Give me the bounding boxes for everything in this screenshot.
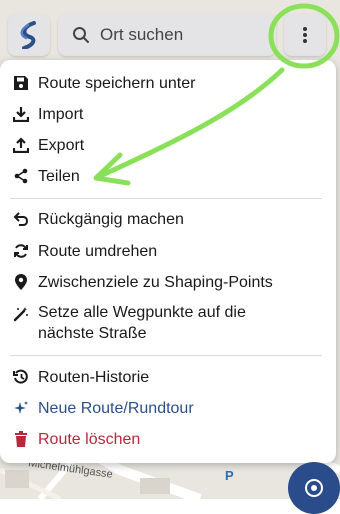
menu-item-import[interactable]: Import (0, 103, 336, 125)
parking-icon[interactable]: P (225, 468, 234, 483)
share-icon (12, 167, 30, 185)
menu-item-shaping-points[interactable]: Zwischenziele zu Shaping-Points (0, 271, 336, 293)
menu-item-label: Export (38, 136, 85, 154)
reverse-icon (12, 242, 30, 260)
menu-item-route-history[interactable]: Routen-Historie (0, 366, 336, 388)
menu-item-label: Route speichern unter (38, 74, 196, 92)
menu-item-snap-waypoints[interactable]: Setze alle Wegpunkte auf die nächste Str… (0, 302, 336, 346)
app-logo-icon (20, 21, 36, 49)
location-fab-button[interactable] (288, 462, 340, 514)
trash-icon (12, 430, 30, 448)
more-options-button[interactable] (284, 14, 326, 56)
search-icon (72, 26, 90, 44)
menu-item-label: Route löschen (38, 430, 141, 448)
menu-item-export[interactable]: Export (0, 134, 336, 156)
sparkle-icon (12, 399, 30, 417)
menu-item-new-route[interactable]: Neue Route/Rundtour (0, 397, 336, 419)
menu-item-label: Setze alle Wegpunkte auf die (38, 304, 246, 321)
menu-item-label-line2: nächste Straße (38, 325, 147, 342)
menu-item-save-route[interactable]: Route speichern unter (0, 72, 336, 94)
menu-item-share[interactable]: Teilen (0, 165, 336, 187)
menu-divider (10, 198, 322, 199)
menu-item-label: Rückgängig machen (38, 210, 184, 228)
menu-item-label: Zwischenziele zu Shaping-Points (38, 273, 273, 291)
menu-item-delete-route[interactable]: Route löschen (0, 428, 336, 450)
menu-item-label: Routen-Historie (38, 368, 150, 386)
menu-item-label: Teilen (38, 167, 80, 185)
undo-icon (12, 210, 30, 228)
history-icon (12, 368, 30, 386)
more-vert-icon (303, 27, 307, 43)
navigation-icon (305, 479, 323, 497)
menu-item-label: Import (38, 105, 84, 123)
download-icon (12, 105, 30, 123)
location-pin-icon (12, 273, 30, 291)
menu-divider (10, 355, 322, 356)
menu-item-undo[interactable]: Rückgängig machen (0, 208, 336, 230)
search-input[interactable] (98, 24, 262, 46)
upload-icon (12, 136, 30, 154)
magic-wand-icon (12, 305, 30, 323)
menu-item-label: Route umdrehen (38, 242, 158, 260)
menu-item-label: Neue Route/Rundtour (38, 399, 194, 417)
save-icon (12, 74, 30, 92)
search-bar[interactable] (58, 14, 276, 56)
options-menu: Route speichern unter Import Export Teil… (0, 60, 336, 463)
app-logo-button[interactable] (8, 14, 50, 56)
menu-item-reverse-route[interactable]: Route umdrehen (0, 240, 336, 262)
